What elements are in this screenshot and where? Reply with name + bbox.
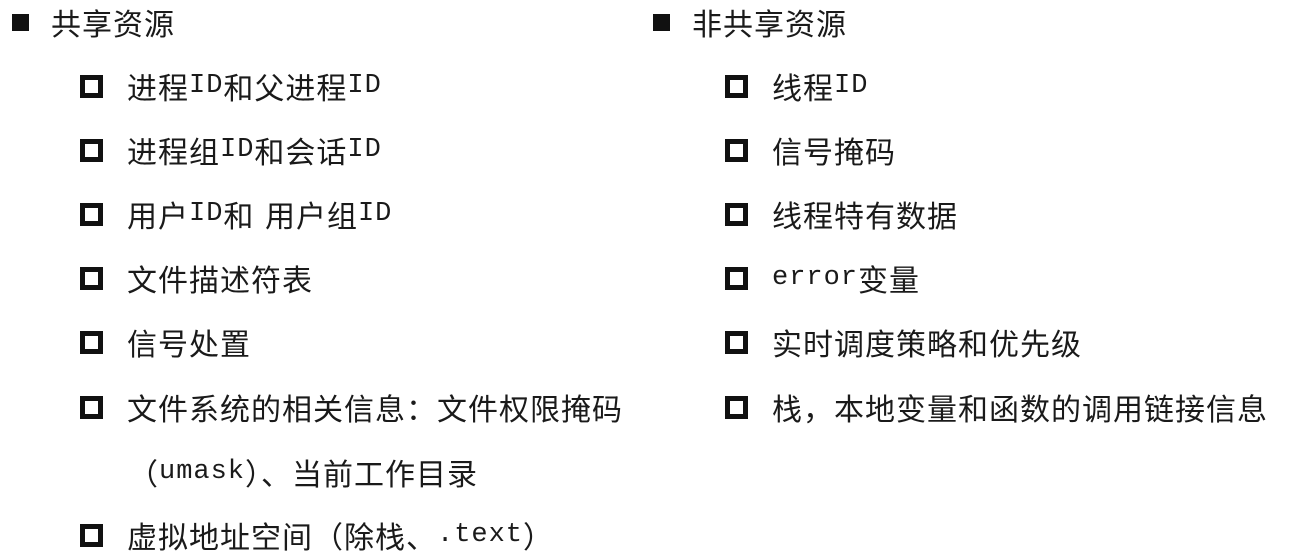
item-text: 和 用户组 bbox=[223, 200, 358, 235]
item-text: 进程 bbox=[127, 72, 189, 107]
heading-text: 非共享资源 bbox=[692, 8, 847, 43]
list-item-continuation: （ umask ）、当前工作目录 bbox=[128, 452, 479, 493]
list-item: 信号处置 bbox=[80, 322, 251, 363]
filled-square-bullet-icon bbox=[653, 13, 670, 31]
item-text: ）、当前工作目录 bbox=[245, 458, 479, 493]
item-text: 进程组 bbox=[127, 136, 220, 171]
item-code: error bbox=[772, 263, 859, 293]
filled-square-bullet-icon bbox=[12, 13, 29, 31]
item-code: ID bbox=[189, 71, 224, 101]
shared-resources-heading: 共享资源 bbox=[12, 4, 175, 43]
item-text: 信号掩码 bbox=[772, 136, 896, 171]
hollow-square-bullet-icon bbox=[80, 523, 103, 547]
list-item: 栈，本地变量和函数的调用链接信息 bbox=[725, 387, 1268, 428]
hollow-square-bullet-icon bbox=[725, 266, 748, 290]
hollow-square-bullet-icon bbox=[80, 74, 103, 98]
item-text: 线程特有数据 bbox=[772, 200, 958, 235]
list-item: 实时调度策略和优先级 bbox=[725, 322, 1082, 363]
item-code: ID bbox=[357, 199, 393, 229]
hollow-square-bullet-icon bbox=[725, 74, 748, 98]
item-text: 变量 bbox=[858, 264, 921, 299]
hollow-square-bullet-icon bbox=[80, 138, 103, 162]
list-item: 线程特有数据 bbox=[725, 194, 958, 235]
list-item: 文件系统的相关信息：文件权限掩码 bbox=[80, 387, 623, 428]
hollow-square-bullet-icon bbox=[725, 202, 748, 226]
list-item: 信号掩码 bbox=[725, 130, 896, 171]
hollow-square-bullet-icon bbox=[725, 330, 748, 354]
non-shared-resources-heading: 非共享资源 bbox=[653, 4, 847, 43]
item-text: 虚拟地址空间（除栈、 bbox=[127, 521, 437, 556]
list-item: 线程 ID bbox=[725, 66, 869, 107]
hollow-square-bullet-icon bbox=[80, 266, 103, 290]
hollow-square-bullet-icon bbox=[725, 395, 748, 419]
item-code: ID bbox=[347, 135, 382, 165]
item-text: 线程 bbox=[772, 72, 834, 107]
item-text: 实时调度策略和优先级 bbox=[772, 328, 1082, 363]
item-code: ID bbox=[347, 71, 382, 101]
hollow-square-bullet-icon bbox=[725, 138, 748, 162]
list-item: 用户 ID 和 用户组 ID bbox=[80, 194, 393, 235]
item-code: ID bbox=[220, 135, 255, 165]
item-text: 用户 bbox=[127, 200, 189, 235]
list-item: 进程 ID 和父进程 ID bbox=[80, 66, 382, 107]
item-text: 和父进程 bbox=[223, 72, 348, 107]
item-text: （ bbox=[128, 458, 159, 493]
heading-text: 共享资源 bbox=[51, 8, 175, 43]
item-code: umask bbox=[159, 457, 246, 487]
list-item: 进程组 ID 和会话 ID bbox=[80, 130, 382, 171]
item-text: ） bbox=[523, 521, 555, 556]
item-text: 信号处置 bbox=[127, 328, 251, 363]
item-text: 文件系统的相关信息：文件权限掩码 bbox=[127, 393, 623, 428]
list-item: 虚拟地址空间（除栈、 .text ） bbox=[80, 515, 555, 556]
item-text: 和会话 bbox=[254, 136, 348, 171]
item-code: ID bbox=[189, 199, 224, 229]
hollow-square-bullet-icon bbox=[80, 202, 103, 226]
list-item: error 变量 bbox=[725, 258, 921, 299]
item-text: 文件描述符表 bbox=[127, 264, 313, 299]
hollow-square-bullet-icon bbox=[80, 395, 103, 419]
hollow-square-bullet-icon bbox=[80, 330, 103, 354]
item-code: ID bbox=[834, 71, 869, 101]
item-code: .text bbox=[437, 520, 524, 550]
item-text: 栈，本地变量和函数的调用链接信息 bbox=[772, 393, 1268, 428]
list-item: 文件描述符表 bbox=[80, 258, 313, 299]
